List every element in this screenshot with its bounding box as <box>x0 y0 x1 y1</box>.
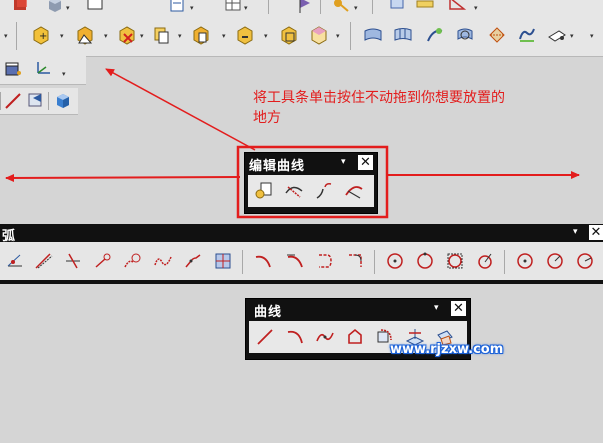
rectangle-grid-icon[interactable] <box>212 250 234 272</box>
circle-point-icon[interactable] <box>414 250 436 272</box>
dropdown-icon[interactable]: ▾ <box>140 32 144 40</box>
suppress-feature-icon[interactable] <box>308 24 330 46</box>
arrow-left <box>5 173 241 182</box>
pin-icon[interactable] <box>386 0 408 16</box>
toolbar-menu-icon[interactable]: ▾ <box>341 157 346 167</box>
curve-toolbar-title[interactable]: 曲线 <box>254 301 282 320</box>
toolbar-row-3: ▾ <box>0 56 86 85</box>
dropdown-icon[interactable]: ▾ <box>590 32 594 40</box>
toolbar-row-2: ▾ + ▾ ▾ ▾ ▾ ▾ ▾ ▾ ▾ ▾ <box>0 16 603 57</box>
line-icon[interactable] <box>32 250 54 272</box>
point-icon[interactable] <box>4 250 26 272</box>
straight-line-icon[interactable] <box>254 326 276 348</box>
watermark: www.rjzxw.com <box>390 342 504 357</box>
new-icon[interactable] <box>84 0 106 16</box>
insert-feature-icon[interactable]: + <box>30 24 52 46</box>
annotation-arrows <box>5 68 580 219</box>
trim-icon[interactable] <box>546 24 568 46</box>
dropdown-icon[interactable]: ▾ <box>244 4 248 12</box>
reorder-feature-icon[interactable] <box>190 24 212 46</box>
arc-3pt-icon[interactable] <box>252 250 274 272</box>
dropdown-icon[interactable]: ▾ <box>222 32 226 40</box>
bounded-surface-icon[interactable] <box>516 24 538 46</box>
trim-curve-icon[interactable] <box>283 180 305 202</box>
pattern-feature-icon[interactable] <box>278 24 300 46</box>
dropdown-icon[interactable]: ▾ <box>190 4 194 12</box>
split-curve-icon[interactable] <box>313 180 335 202</box>
dropdown-icon[interactable]: ▾ <box>570 32 574 40</box>
view-icon[interactable] <box>24 89 46 111</box>
table-icon[interactable] <box>222 0 244 16</box>
studio-spline-icon[interactable] <box>314 326 336 348</box>
arc-tangent-icon[interactable] <box>284 250 306 272</box>
toolbar-row-4 <box>0 88 78 115</box>
arc-curve-icon[interactable] <box>284 326 306 348</box>
cube-icon[interactable] <box>44 0 66 16</box>
edit-curve-toolbar-title[interactable]: 编辑曲线 <box>249 155 305 174</box>
dropdown-icon[interactable]: ▾ <box>66 4 70 12</box>
ruler-icon[interactable] <box>414 0 436 16</box>
circle-radius-icon[interactable] <box>544 250 566 272</box>
circle-center-icon[interactable] <box>514 250 536 272</box>
mesh-surface-icon[interactable] <box>392 24 414 46</box>
toolbar-menu-icon[interactable]: ▾ <box>434 303 439 313</box>
sweep-icon[interactable] <box>424 24 446 46</box>
toolbar-menu-icon[interactable]: ▾ <box>573 227 578 237</box>
dropdown-icon[interactable]: ▾ <box>336 32 340 40</box>
sketch-icon[interactable] <box>2 58 24 80</box>
arc-toolbar-body <box>0 242 603 284</box>
edit-curve-toolbar-body <box>248 175 374 207</box>
close-icon[interactable]: ✕ <box>451 301 466 316</box>
key-icon[interactable] <box>330 0 352 16</box>
delete-feature-icon[interactable] <box>116 24 138 46</box>
flag-icon[interactable] <box>294 0 316 16</box>
solid-cube-icon[interactable] <box>52 90 74 112</box>
line-point-icon[interactable] <box>92 250 114 272</box>
spline-icon[interactable] <box>152 250 174 272</box>
dropdown-icon[interactable]: ▾ <box>474 4 478 12</box>
offset-surface-icon[interactable] <box>454 24 476 46</box>
instruction-line-2: 地方 <box>253 110 281 126</box>
dropdown-icon[interactable]: ▾ <box>178 32 182 40</box>
toolbar-row-1: ▾ ▾ ▾ ▾ ▾ <box>0 0 603 17</box>
dropdown-icon[interactable]: ▾ <box>60 32 64 40</box>
dropdown-icon[interactable]: ▾ <box>62 70 66 78</box>
datum-csys-icon[interactable] <box>32 58 54 80</box>
instruction-line-1: 将工具条单击按住不动拖到你想要放置的 <box>253 90 505 106</box>
part-icon[interactable] <box>10 0 32 16</box>
edit-arc-length-icon[interactable] <box>343 180 365 202</box>
replace-feature-icon[interactable] <box>234 24 256 46</box>
close-icon[interactable]: ✕ <box>358 155 373 170</box>
polygon-icon[interactable] <box>344 326 366 348</box>
circle-square-icon[interactable] <box>444 250 466 272</box>
circle-icon[interactable] <box>384 250 406 272</box>
line-perp-icon[interactable] <box>62 250 84 272</box>
arc-dash-icon[interactable] <box>314 250 336 272</box>
arc-chain-icon[interactable] <box>122 250 144 272</box>
circle-full-icon[interactable] <box>574 250 596 272</box>
edit-parameters-icon[interactable] <box>253 180 275 202</box>
svg-text:+: + <box>39 31 47 42</box>
line-tool-icon[interactable] <box>2 90 24 112</box>
arrow-to-toolbar <box>105 68 256 151</box>
arc-toolbar-titlebar[interactable]: 弧 ▾ ✕ <box>0 224 603 244</box>
circle-tangent-icon[interactable] <box>474 250 496 272</box>
document-icon[interactable] <box>166 0 188 16</box>
blend-surface-icon[interactable] <box>486 24 508 46</box>
dropdown-icon[interactable]: ▾ <box>4 32 8 40</box>
close-icon[interactable]: ✕ <box>589 225 603 240</box>
fillet-curve-icon[interactable] <box>182 250 204 272</box>
instruction-text: 将工具条单击按住不动拖到你想要放置的 地方 <box>253 88 553 128</box>
dropdown-icon[interactable]: ▾ <box>354 4 358 12</box>
edit-curve-toolbar[interactable]: 编辑曲线 ▾ ✕ <box>244 152 378 214</box>
copy-feature-icon[interactable] <box>150 24 172 46</box>
arc-corner-icon[interactable] <box>344 250 366 272</box>
measure-icon[interactable] <box>446 0 468 16</box>
surface-icon[interactable] <box>362 24 384 46</box>
dropdown-icon[interactable]: ▾ <box>264 32 268 40</box>
move-feature-icon[interactable] <box>74 24 96 46</box>
dropdown-icon[interactable]: ▾ <box>104 32 108 40</box>
